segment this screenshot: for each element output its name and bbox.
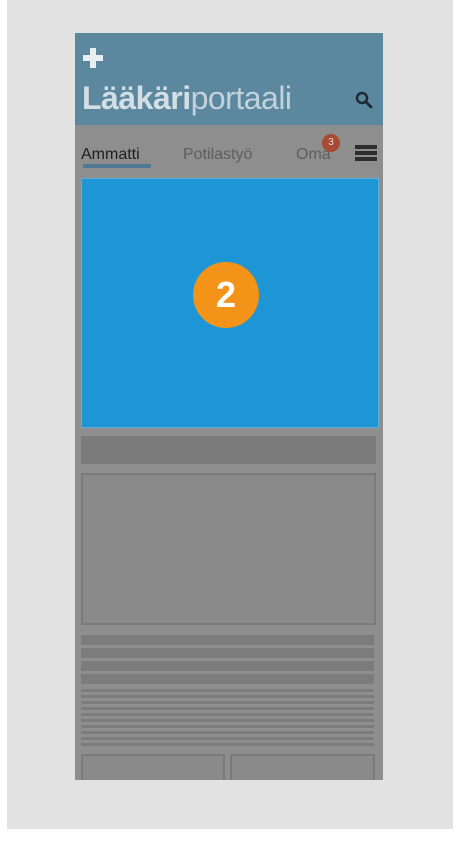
placeholder-thin-line <box>81 701 374 704</box>
placeholder-thin-line <box>81 737 374 740</box>
notification-badge: 3 <box>322 134 340 152</box>
menu-icon[interactable] <box>355 145 377 161</box>
placeholder-thin-line <box>81 719 374 722</box>
placeholder-card <box>81 754 225 780</box>
search-icon[interactable] <box>355 91 373 109</box>
placeholder-block <box>81 473 376 625</box>
placeholder-card <box>230 754 375 780</box>
placeholder-thin-line <box>81 707 374 710</box>
placeholder-thin-line <box>81 743 374 746</box>
logo-bold-text: Lääkäri <box>82 80 191 116</box>
app-logo[interactable]: Lääkäriportaali <box>82 79 292 117</box>
active-tab-indicator <box>83 164 151 168</box>
placeholder-bar <box>81 436 376 464</box>
placeholder-thin-line <box>81 713 374 716</box>
placeholder-line <box>81 635 374 645</box>
app-header: Lääkäriportaali <box>75 33 383 125</box>
placeholder-thin-line <box>81 731 374 734</box>
tab-ammatti[interactable]: Ammatti <box>81 145 140 165</box>
placeholder-thin-line <box>81 689 374 692</box>
placeholder-line <box>81 674 374 684</box>
placeholder-thin-line <box>81 695 374 698</box>
placeholder-line <box>81 661 374 671</box>
tab-potilastyo[interactable]: Potilastyö <box>183 145 252 165</box>
plus-icon <box>83 48 103 68</box>
placeholder-thin-line <box>81 725 374 728</box>
step-number-badge: 2 <box>193 262 259 328</box>
placeholder-line <box>81 648 374 658</box>
logo-light-text: portaali <box>190 80 292 116</box>
mobile-screen: Lääkäriportaali Ammatti Potilastyö Oma 3… <box>75 33 383 780</box>
highlighted-content-area[interactable]: 2 <box>81 178 379 428</box>
